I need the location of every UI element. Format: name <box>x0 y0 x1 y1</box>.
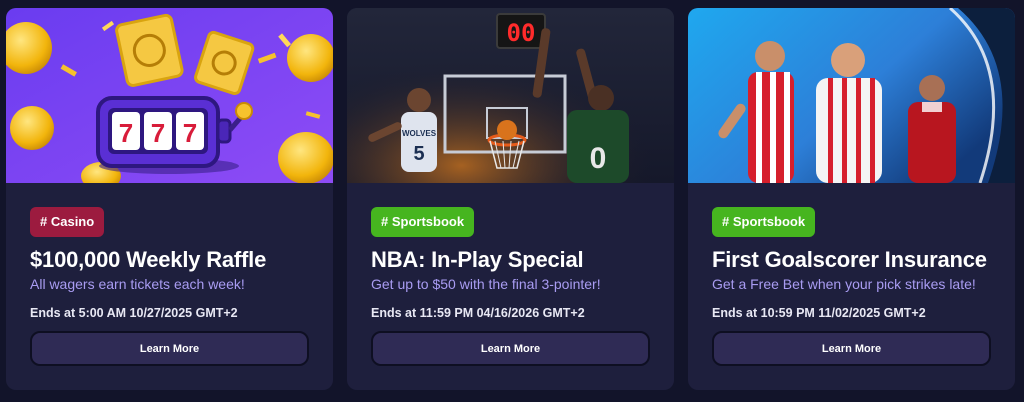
svg-text:00: 00 <box>507 19 536 47</box>
svg-text:7: 7 <box>151 118 165 148</box>
promo-subtitle: Get up to $50 with the final 3-pointer! <box>371 276 601 292</box>
promo-end-date: Ends at 11:59 PM 04/16/2026 GMT+2 <box>371 306 585 320</box>
promo-title: NBA: In-Play Special <box>371 247 584 272</box>
promo-card-nba[interactable]: 00 WOLVES 5 0 # Sportsbook NBA: In-Play … <box>347 8 674 390</box>
promo-title: First Goalscorer Insurance <box>712 247 987 272</box>
basketball-action-image: 00 WOLVES 5 0 <box>347 8 674 183</box>
promo-end-date: Ends at 10:59 PM 11/02/2025 GMT+2 <box>712 306 926 320</box>
category-tag-sportsbook: # Sportsbook <box>712 207 816 237</box>
learn-more-button[interactable]: Learn More <box>712 331 991 366</box>
promo-card-casino[interactable]: 7 7 7 # Casino $100,000 Weekly Raffle Al… <box>6 8 333 390</box>
soccer-players-image <box>688 8 1015 183</box>
svg-text:WOLVES: WOLVES <box>402 129 437 138</box>
promo-subtitle: Get a Free Bet when your pick strikes la… <box>712 276 976 292</box>
svg-text:0: 0 <box>590 142 607 175</box>
casino-raffle-image: 7 7 7 <box>6 8 333 183</box>
category-tag-sportsbook: # Sportsbook <box>371 207 475 237</box>
svg-text:7: 7 <box>183 118 197 148</box>
promo-card-soccer[interactable]: # Sportsbook First Goalscorer Insurance … <box>688 8 1015 390</box>
svg-text:7: 7 <box>119 118 133 148</box>
promo-title: $100,000 Weekly Raffle <box>30 247 267 272</box>
promo-end-date: Ends at 5:00 AM 10/27/2025 GMT+2 <box>30 306 238 320</box>
category-tag-casino: # Casino <box>30 207 105 237</box>
promo-subtitle: All wagers earn tickets each week! <box>30 276 245 292</box>
learn-more-button[interactable]: Learn More <box>30 331 309 366</box>
svg-text:5: 5 <box>413 143 424 165</box>
learn-more-button[interactable]: Learn More <box>371 331 650 366</box>
